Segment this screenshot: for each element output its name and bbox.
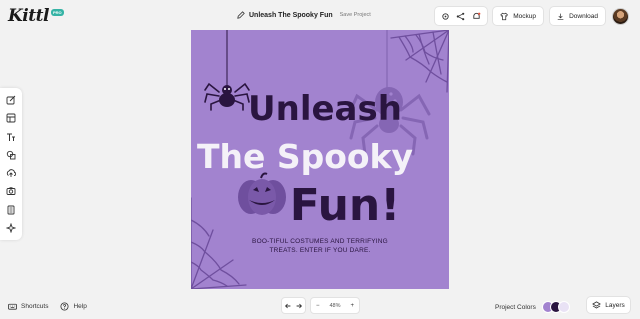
project-colors: Project Colors bbox=[495, 301, 574, 313]
undo-icon[interactable] bbox=[284, 302, 292, 310]
notification-icon[interactable] bbox=[472, 12, 481, 21]
redo-icon[interactable] bbox=[295, 302, 303, 310]
layers-icon bbox=[592, 300, 602, 308]
project-title[interactable]: Unleash The Spooky Fun bbox=[249, 12, 333, 19]
color-swatches[interactable] bbox=[541, 301, 574, 313]
upload-icon[interactable] bbox=[6, 168, 16, 178]
cobweb-top-right bbox=[390, 30, 449, 93]
ai-magic-icon[interactable] bbox=[6, 222, 16, 233]
headline-line-1: Unleash bbox=[248, 89, 402, 129]
pumpkin-illustration bbox=[238, 172, 286, 215]
layers-button[interactable]: Layers bbox=[586, 296, 631, 314]
settings-icon[interactable] bbox=[441, 12, 450, 21]
photos-icon[interactable] bbox=[6, 186, 16, 196]
edit-icon[interactable] bbox=[6, 95, 16, 105]
left-toolbar bbox=[0, 88, 22, 240]
pro-badge: PRO bbox=[51, 9, 64, 16]
help-icon bbox=[60, 302, 69, 311]
zoom-in-button[interactable]: + bbox=[350, 303, 354, 309]
project-colors-label: Project Colors bbox=[495, 303, 536, 311]
zoom-out-button[interactable]: − bbox=[316, 303, 320, 309]
header-icon-group bbox=[434, 6, 488, 26]
headline-line-3: Fun! bbox=[290, 180, 401, 231]
text-icon[interactable] bbox=[6, 132, 16, 142]
layers-panel-icon[interactable] bbox=[6, 205, 16, 215]
share-icon[interactable] bbox=[456, 12, 465, 21]
design-canvas[interactable]: Unleash The Spooky Fun! BOO-TIFUL COSTUM… bbox=[191, 30, 449, 289]
shirt-icon bbox=[500, 12, 508, 20]
project-title-area: Unleash The Spooky Fun Save Project bbox=[237, 11, 371, 19]
headline-line-2: The Spooky bbox=[197, 137, 413, 176]
tagline-line-2: TREATS. ENTER IF YOU DARE. bbox=[269, 247, 371, 254]
elements-icon[interactable] bbox=[6, 150, 16, 160]
layers-label: Layers bbox=[605, 301, 625, 309]
mockup-button[interactable]: Mockup bbox=[492, 6, 544, 26]
keyboard-icon bbox=[8, 303, 17, 310]
save-project-link[interactable]: Save Project bbox=[340, 12, 371, 18]
kittl-logo[interactable]: Kittl bbox=[8, 6, 49, 26]
templates-icon[interactable] bbox=[6, 113, 16, 123]
spider-small-left bbox=[204, 30, 250, 111]
color-swatch-3[interactable] bbox=[557, 301, 570, 313]
help-button[interactable]: Help bbox=[60, 302, 87, 311]
download-label: Download bbox=[569, 12, 598, 20]
tagline-line-1: BOO-TIFUL COSTUMES AND TERRIFYING bbox=[252, 238, 388, 245]
top-bar: Kittl PRO Unleash The Spooky Fun Save Pr… bbox=[0, 0, 640, 32]
zoom-value[interactable]: 48% bbox=[329, 303, 340, 309]
download-icon bbox=[557, 13, 564, 20]
shortcuts-button[interactable]: Shortcuts bbox=[8, 302, 48, 311]
help-label: Help bbox=[73, 303, 87, 310]
pencil-icon[interactable] bbox=[237, 11, 245, 19]
zoom-control: − 48% + bbox=[310, 297, 360, 314]
download-button[interactable]: Download bbox=[549, 6, 606, 26]
tagline: BOO-TIFUL COSTUMES AND TERRIFYING TREATS… bbox=[191, 237, 449, 255]
undo-redo-group bbox=[281, 297, 306, 314]
mockup-label: Mockup bbox=[513, 12, 536, 20]
footer-left: Shortcuts Help bbox=[8, 302, 87, 311]
shortcuts-label: Shortcuts bbox=[21, 303, 49, 310]
user-avatar[interactable] bbox=[612, 8, 629, 25]
